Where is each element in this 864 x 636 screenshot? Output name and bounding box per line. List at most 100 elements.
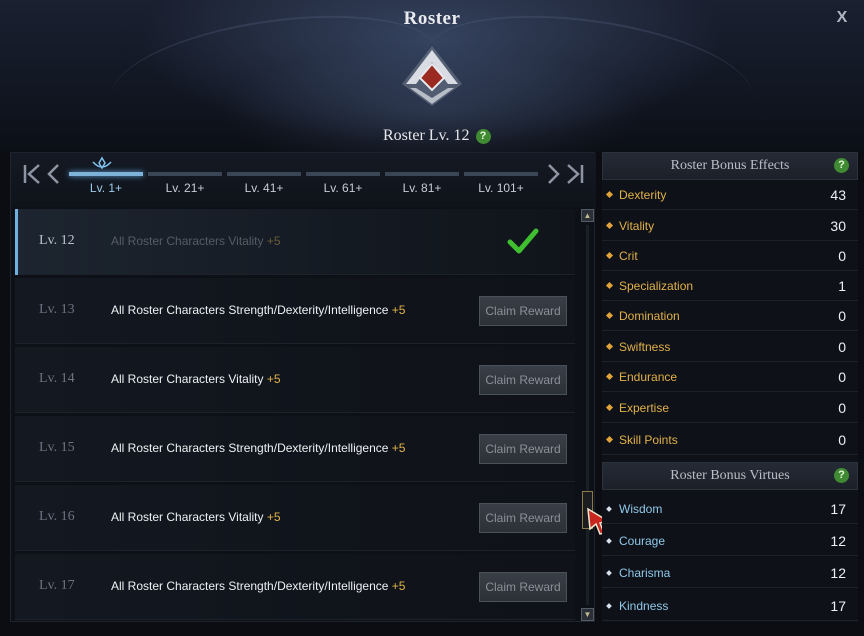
reward-row-lv-13: Lv. 13 All Roster Characters Strength/De… — [15, 278, 575, 344]
bullet-icon — [605, 435, 614, 444]
tab-lv-21[interactable]: Lv. 21+ — [148, 172, 222, 202]
virtue-name: Kindness — [619, 599, 669, 613]
tab-indicator — [148, 172, 222, 176]
row-text: All Roster Characters Vitality — [111, 234, 264, 248]
tab-lv-61[interactable]: Lv. 61+ — [306, 172, 380, 202]
reward-list-scrollbar[interactable]: ▲ ▼ — [581, 209, 594, 621]
row-level: Lv. 17 — [39, 578, 75, 593]
row-bonus: +5 — [266, 372, 281, 386]
virtue-value: 17 — [830, 501, 846, 517]
roster-level-help-icon[interactable]: ? — [475, 128, 491, 144]
row-level: Lv. 15 — [39, 440, 75, 455]
tab-indicator — [69, 172, 143, 176]
row-level: Lv. 14 — [39, 371, 75, 386]
effect-name: Swiftness — [619, 340, 671, 354]
effect-name: Skill Points — [619, 433, 678, 447]
virtue-value: 12 — [830, 533, 846, 549]
virtue-name: Wisdom — [619, 502, 663, 516]
tab-indicator — [385, 172, 459, 176]
bonus-effects-help-icon[interactable]: ? — [834, 158, 849, 173]
row-bonus: +5 — [266, 234, 281, 248]
effect-value: 0 — [838, 308, 846, 324]
bullet-icon — [605, 281, 614, 290]
claim-reward-button[interactable]: Claim Reward — [479, 503, 567, 533]
virtue-name: Charisma — [619, 566, 671, 580]
row-description: All Roster Characters Vitality +5 — [111, 372, 281, 386]
bonus-virtues-help-icon[interactable]: ? — [834, 468, 849, 483]
bonus-virtues-title: Roster Bonus Virtues — [670, 468, 790, 483]
virtue-row-courage: Courage 12 — [602, 526, 858, 556]
effect-value: 30 — [830, 218, 846, 234]
tab-lv-101[interactable]: Lv. 101+ — [464, 172, 538, 202]
claimed-check-icon — [507, 228, 539, 254]
bullet-icon — [605, 190, 614, 199]
bullet-icon — [606, 603, 612, 609]
scroll-up-button[interactable]: ▲ — [581, 209, 594, 222]
tab-lv-81[interactable]: Lv. 81+ — [385, 172, 459, 202]
effect-name: Vitality — [619, 219, 655, 233]
bullet-icon — [605, 311, 614, 320]
tab-indicator — [227, 172, 301, 176]
row-text: All Roster Characters Vitality — [111, 510, 264, 524]
window-header: Roster X Roster Lv. 12 ? — [0, 0, 864, 152]
tab-indicator — [306, 172, 380, 176]
effect-name: Domination — [619, 309, 680, 323]
effect-name: Crit — [619, 249, 638, 263]
row-level: Lv. 13 — [39, 302, 75, 317]
bonus-virtues-header: Roster Bonus Virtues ? — [602, 462, 858, 490]
row-level: Lv. 12 — [39, 233, 75, 248]
bullet-icon — [605, 221, 614, 230]
roster-bonus-panel: Roster Bonus Effects ? Dexterity 43 Vital… — [602, 152, 858, 622]
bullet-icon — [606, 506, 612, 512]
first-page-button[interactable] — [21, 161, 43, 187]
effect-name: Expertise — [619, 401, 670, 415]
reward-row-lv-16: Lv. 16 All Roster Characters Vitality +5… — [15, 485, 575, 551]
virtue-value: 12 — [830, 565, 846, 581]
claim-reward-button[interactable]: Claim Reward — [479, 434, 567, 464]
roster-rewards-panel: Lv. 1+ Lv. 21+ Lv. 41+ Lv. 61+ Lv. 81+ L… — [10, 152, 596, 622]
bullet-icon — [605, 251, 614, 260]
virtue-row-kindness: Kindness 17 — [602, 591, 858, 621]
virtue-row-wisdom: Wisdom 17 — [602, 494, 858, 524]
effect-value: 43 — [830, 187, 846, 203]
roster-level: Roster Lv. 12 ? — [383, 126, 491, 146]
next-page-button[interactable] — [542, 161, 564, 187]
claim-reward-button[interactable]: Claim Reward — [479, 296, 567, 326]
window-title: Roster — [403, 8, 461, 29]
bullet-icon — [606, 570, 612, 576]
current-tab-emblem-icon — [92, 156, 112, 170]
effect-name: Dexterity — [619, 188, 667, 202]
row-description: All Roster Characters Strength/Dexterity… — [111, 303, 405, 317]
effect-name: Endurance — [619, 370, 678, 384]
reward-row-lv-12: Lv. 12 All Roster Characters Vitality +5 — [15, 209, 575, 275]
effect-value: 0 — [838, 432, 846, 448]
scroll-down-button[interactable]: ▼ — [581, 608, 594, 621]
reward-row-lv-15: Lv. 15 All Roster Characters Strength/De… — [15, 416, 575, 482]
close-button[interactable]: X — [832, 8, 852, 28]
bonus-effects-title: Roster Bonus Effects — [670, 158, 790, 173]
effect-row-crit: Crit 0 — [602, 241, 858, 271]
last-page-icon — [567, 164, 584, 184]
row-description: All Roster Characters Vitality +5 — [111, 234, 281, 248]
row-description: All Roster Characters Strength/Dexterity… — [111, 441, 405, 455]
prev-page-button[interactable] — [43, 161, 65, 187]
bullet-icon — [606, 538, 612, 544]
claim-reward-button[interactable]: Claim Reward — [479, 572, 567, 602]
effect-value: 0 — [838, 400, 846, 416]
effect-row-swiftness: Swiftness 0 — [602, 332, 858, 362]
bullet-icon — [605, 342, 614, 351]
scroll-track[interactable] — [586, 225, 589, 605]
effect-value: 0 — [838, 369, 846, 385]
row-description: All Roster Characters Vitality +5 — [111, 510, 281, 524]
claim-reward-button[interactable]: Claim Reward — [479, 365, 567, 395]
row-bonus: +5 — [391, 303, 406, 317]
effect-value: 0 — [838, 339, 846, 355]
effect-row-vitality: Vitality 30 — [602, 211, 858, 241]
last-page-button[interactable] — [564, 161, 586, 187]
effect-value: 0 — [838, 248, 846, 264]
row-text: All Roster Characters Strength/Dexterity… — [111, 441, 389, 455]
tab-lv-1[interactable]: Lv. 1+ — [69, 172, 143, 202]
bullet-icon — [605, 372, 614, 381]
tab-lv-41[interactable]: Lv. 41+ — [227, 172, 301, 202]
virtue-value: 17 — [830, 598, 846, 614]
